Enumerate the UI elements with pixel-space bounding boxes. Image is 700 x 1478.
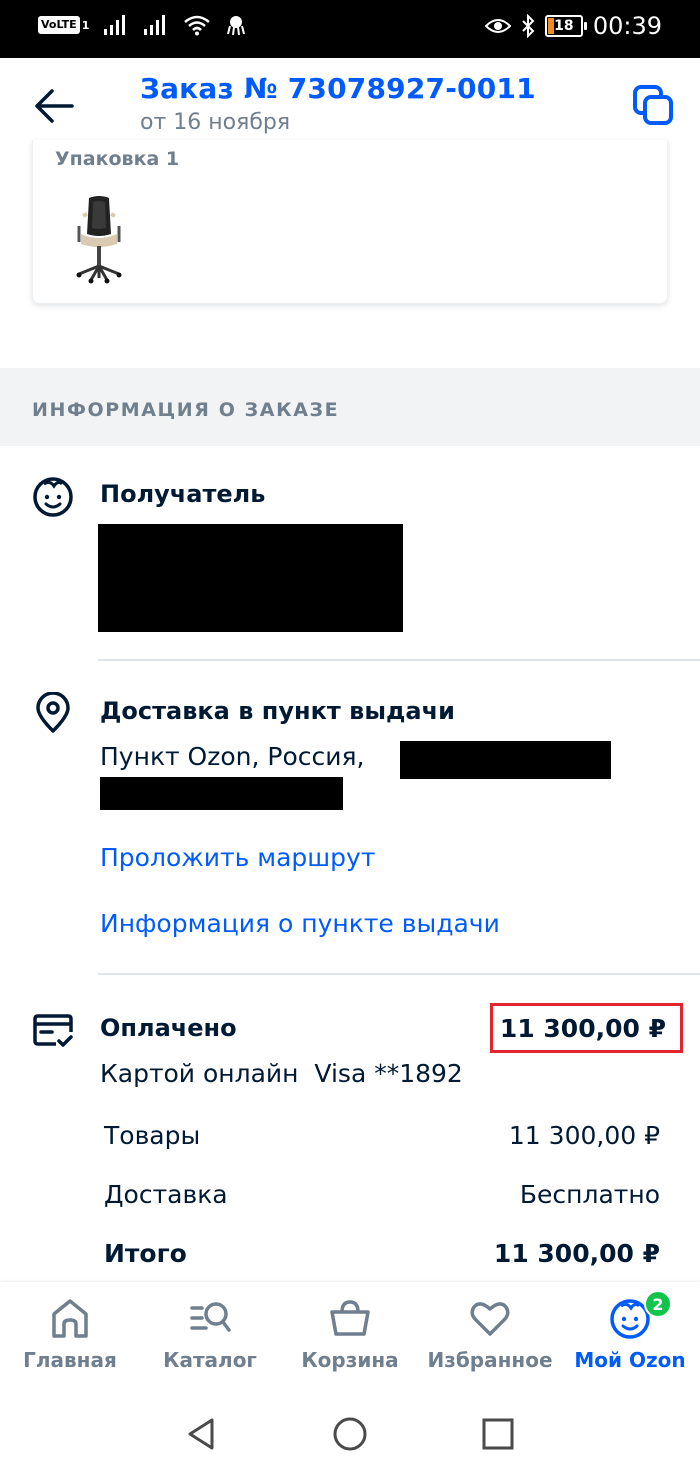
nav-home[interactable]: Главная (0, 1282, 140, 1390)
sim-number: 1 (81, 18, 90, 32)
bluetooth-icon (522, 14, 535, 38)
package-title: Упаковка 1 (55, 148, 180, 170)
square-recents-icon[interactable] (478, 1414, 518, 1454)
order-info-section-header: ИНФОРМАЦИЯ О ЗАКАЗЕ (0, 368, 700, 446)
card-paid-icon (33, 1014, 73, 1047)
wifi-icon (184, 15, 211, 36)
location-pin-icon (36, 692, 70, 733)
circle-home-icon[interactable] (330, 1414, 370, 1454)
nav-home-label: Главная (23, 1348, 117, 1372)
delivery-cost-label: Доставка (104, 1180, 228, 1209)
build-route-link[interactable]: Проложить маршрут (100, 843, 375, 872)
redacted-address-line-1 (400, 741, 611, 779)
app-header: Заказ № 73078927-0011 от 16 ноября (0, 58, 700, 152)
copy-icon (633, 85, 673, 125)
section-title: ИНФОРМАЦИЯ О ЗАКАЗЕ (32, 399, 340, 421)
divider (98, 659, 700, 661)
home-icon (52, 1299, 88, 1338)
goods-label: Товары (104, 1121, 201, 1150)
nav-my-ozon[interactable]: 2 Мой Ozon (560, 1282, 700, 1390)
status-bar: VoLTE 1 18 00:39 (0, 0, 700, 58)
redacted-address-line-2 (100, 777, 343, 810)
divider (98, 973, 700, 975)
clock: 00:39 (592, 12, 662, 40)
nav-catalog[interactable]: Каталог (140, 1282, 280, 1390)
user-face-icon (33, 477, 73, 517)
notification-badge: 2 (644, 1290, 672, 1318)
catalog-search-icon (190, 1302, 231, 1332)
delivery-address: Пункт Ozon, Россия, (100, 742, 365, 771)
nav-catalog-label: Каталог (163, 1348, 257, 1372)
battery-level: 18 (554, 18, 574, 34)
payment-method: Картой онлайн Visa **1892 (100, 1059, 463, 1088)
recipient-title: Получатель (100, 480, 266, 508)
arrow-left-icon (35, 89, 74, 123)
battery-icon: 18 (544, 15, 587, 37)
copy-button[interactable] (632, 84, 674, 126)
nav-cart[interactable]: Корзина (280, 1282, 420, 1390)
octopus-icon (227, 16, 246, 36)
nav-favorites[interactable]: Избранное (420, 1282, 560, 1390)
package-card: Упаковка 1 (32, 140, 668, 304)
payment-status-title: Оплачено (100, 1014, 237, 1042)
delivery-cost-value: Бесплатно (519, 1180, 660, 1209)
eye-icon (484, 19, 511, 33)
redacted-recipient-info (98, 524, 403, 632)
nav-favorites-label: Избранное (427, 1348, 553, 1372)
paid-amount-highlight: 11 300,00 ₽ (490, 1003, 683, 1053)
basket-icon (330, 1300, 370, 1336)
volte-indicator: VoLTE 1 (38, 16, 89, 34)
signal-icon (104, 15, 126, 35)
status-bar-left: VoLTE 1 (38, 14, 247, 36)
system-navigation-bar (0, 1390, 700, 1478)
status-bar-right: 18 00:39 (484, 12, 662, 40)
back-button[interactable] (32, 86, 76, 126)
volte-label: VoLTE (38, 16, 80, 34)
order-title: Заказ № 73078927-0011 (140, 72, 536, 105)
paid-amount: 11 300,00 ₽ (499, 1013, 666, 1043)
signal-icon (144, 15, 166, 35)
chair-product-image[interactable] (71, 194, 127, 284)
goods-value: 11 300,00 ₽ (508, 1121, 660, 1150)
total-label: Итого (104, 1239, 187, 1268)
triangle-back-icon[interactable] (182, 1414, 222, 1454)
nav-cart-label: Корзина (301, 1348, 399, 1372)
bottom-navigation: Главная Каталог Корзина Избранное 2 Мой … (0, 1282, 700, 1390)
pickup-point-info-link[interactable]: Информация о пункте выдачи (100, 909, 500, 938)
heart-icon (470, 1302, 510, 1336)
nav-my-ozon-label: Мой Ozon (574, 1348, 686, 1372)
order-date: от 16 ноября (140, 110, 291, 135)
total-value: 11 300,00 ₽ (493, 1239, 660, 1268)
delivery-title: Доставка в пункт выдачи (100, 697, 455, 725)
